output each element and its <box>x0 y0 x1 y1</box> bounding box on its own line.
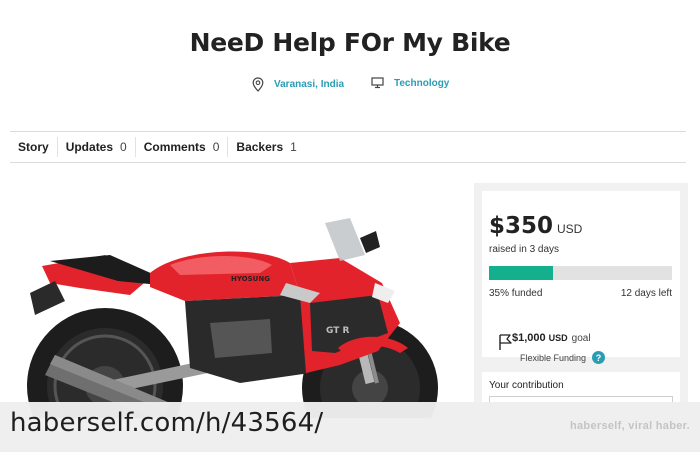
funded-percent: 35% funded <box>489 288 543 299</box>
tab-story[interactable]: Story <box>10 137 57 157</box>
amount-currency: USD <box>557 222 583 236</box>
campaign-meta: Varanasi, India Technology <box>0 77 700 97</box>
location-label: Varanasi, India <box>274 79 345 90</box>
tab-backers[interactable]: Backers 1 <box>227 137 304 157</box>
tab-backers-count: 1 <box>290 140 297 154</box>
funding-type-label: Flexible Funding <box>520 352 587 363</box>
tab-updates-count: 0 <box>120 140 127 154</box>
raised-duration: raised in 3 days <box>489 244 560 255</box>
contribution-label: Your contribution <box>489 380 564 391</box>
time-left: 12 days left <box>620 288 672 299</box>
svg-text:HYOSUNG: HYOSUNG <box>231 275 270 283</box>
amount-raised: $350 USD <box>489 213 582 239</box>
tab-comments-count: 0 <box>212 140 220 154</box>
goal-currency: USD <box>548 333 568 343</box>
tab-comments[interactable]: Comments 0 <box>134 137 228 157</box>
goal-label: goal <box>571 333 591 344</box>
motorcycle-illustration: HYOSUNG GT R <box>27 218 438 418</box>
campaign-tabs: Story Updates 0 Comments 0 Backers 1 <box>10 131 686 163</box>
watermark-banner: haberself.com/h/43564/ haberself, viral … <box>0 402 700 452</box>
page-title: NeeD Help FOr My Bike <box>189 28 511 57</box>
campaign-image[interactable]: HYOSUNG GT R <box>10 183 465 418</box>
category-link[interactable]: Technology <box>371 77 449 89</box>
funding-type: Flexible Funding ? <box>520 351 606 364</box>
map-pin-icon <box>252 77 264 92</box>
goal-line: $1,000 USD goal <box>512 332 591 344</box>
tab-backers-label: Backers <box>236 140 284 154</box>
progress-bar-fill <box>489 266 554 280</box>
tab-updates-label: Updates <box>65 140 114 154</box>
funding-card: $350 USD raised in 3 days 35% funded 12 … <box>482 191 680 364</box>
watermark-brand: haberself, viral haber. <box>569 420 690 432</box>
amount-value: $350 <box>489 213 554 239</box>
tab-comments-label: Comments <box>143 140 206 154</box>
location-link[interactable]: Varanasi, India <box>252 77 344 92</box>
svg-text:GT R: GT R <box>326 326 350 336</box>
help-icon[interactable]: ? <box>592 351 606 364</box>
progress-bar <box>489 266 672 280</box>
goal-amount: $1,000 <box>512 332 546 344</box>
tab-updates[interactable]: Updates 0 <box>56 137 135 157</box>
tab-story-label: Story <box>18 140 49 154</box>
watermark-url: haberself.com/h/43564/ <box>10 408 324 438</box>
category-label: Technology <box>394 77 450 89</box>
monitor-icon <box>371 77 384 89</box>
